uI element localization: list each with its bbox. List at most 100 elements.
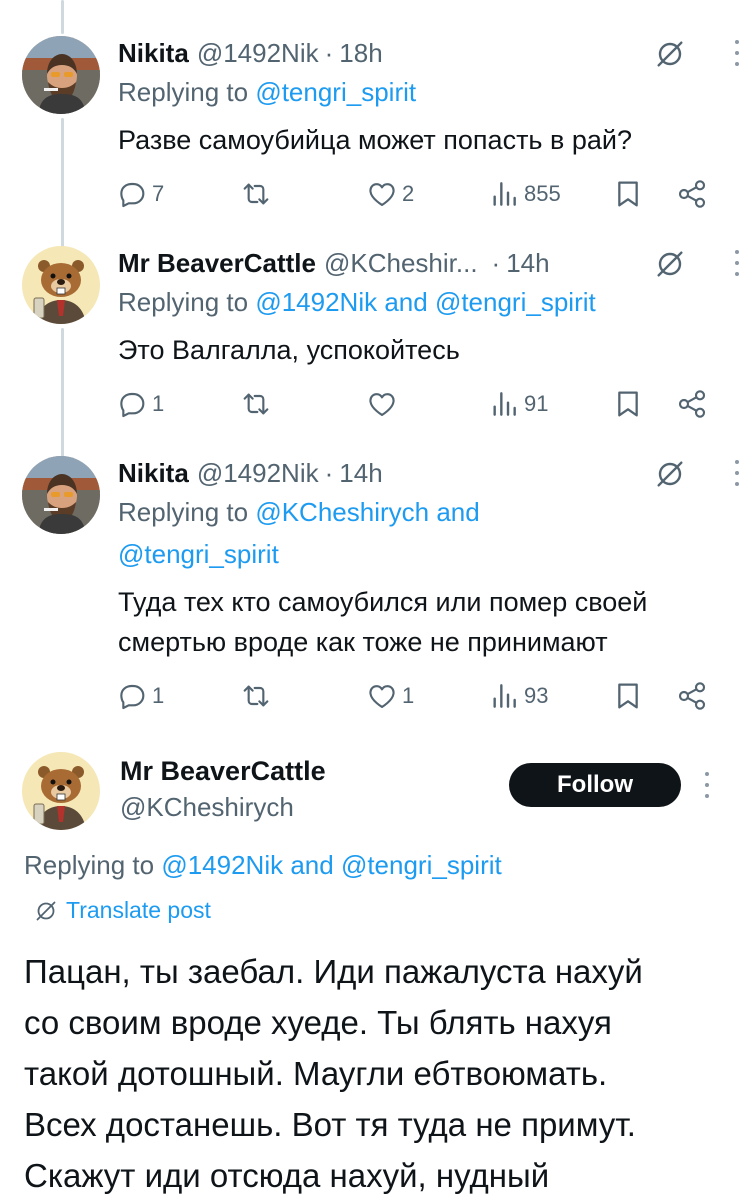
tweet-text-line-2: смертью вроде как тоже не принимают bbox=[118, 627, 608, 657]
reply-count: 1 bbox=[152, 391, 165, 416]
retweet-icon bbox=[240, 178, 272, 210]
translate-label: Translate post bbox=[66, 897, 211, 923]
action-bar: 7 2 855 bbox=[116, 174, 718, 214]
tweet-header: Nikita @1492Nik · 18h bbox=[118, 36, 718, 70]
timestamp[interactable]: 14h bbox=[339, 458, 382, 489]
retweet-button[interactable] bbox=[240, 174, 272, 214]
reply-button[interactable]: 1 bbox=[116, 676, 164, 716]
more-icon[interactable] bbox=[730, 40, 744, 66]
author-name[interactable]: Mr BeaverCattle bbox=[120, 756, 326, 787]
replying-to: Replying to @1492Nik and @tengri_spirit bbox=[24, 850, 502, 881]
replying-and: and bbox=[283, 850, 341, 880]
replying-prefix: Replying to bbox=[24, 850, 162, 880]
bookmark-icon bbox=[612, 680, 644, 712]
post-text-line-4: Всех достанешь. Вот тя туда не примут. bbox=[24, 1106, 636, 1143]
replying-to: Replying to @tengri_spirit bbox=[118, 72, 416, 112]
views-count: 855 bbox=[524, 181, 561, 206]
replying-to-line2: @tengri_spirit bbox=[118, 534, 279, 574]
replying-and: and bbox=[429, 497, 480, 527]
timestamp[interactable]: 14h bbox=[506, 248, 549, 279]
tweet-text: Разве самоубийца может попасть в рай? bbox=[118, 125, 632, 155]
mention-link[interactable]: @tengri_spirit bbox=[341, 850, 502, 880]
post-text-line-3: такой дотошный. Маугли ебтвоюмать. bbox=[24, 1055, 608, 1092]
reply-tweet-1[interactable]: Nikita @1492Nik · 18h Replying to @tengr… bbox=[0, 36, 748, 216]
tweet-header: Mr BeaverCattle @KCheshir... · 14h bbox=[118, 246, 718, 280]
like-icon bbox=[366, 178, 398, 210]
mention-link[interactable]: @1492Nik bbox=[255, 287, 377, 317]
author-handle[interactable]: @1492Nik bbox=[197, 458, 319, 489]
author-name[interactable]: Mr BeaverCattle bbox=[118, 248, 316, 279]
bookmark-button[interactable] bbox=[612, 384, 644, 424]
views-count: 93 bbox=[524, 683, 549, 708]
bookmark-button[interactable] bbox=[612, 676, 644, 716]
reply-count: 1 bbox=[152, 683, 165, 708]
author-handle[interactable]: @KCheshir... bbox=[324, 248, 478, 279]
replying-to: Replying to @KCheshirych and bbox=[118, 492, 480, 532]
grok-icon[interactable] bbox=[654, 248, 686, 280]
post-text-line-1: Пацан, ты заебал. Иди пажалуста нахуй bbox=[24, 953, 643, 990]
author-handle[interactable]: @KCheshirych bbox=[120, 792, 294, 823]
action-bar: 1 91 bbox=[116, 384, 718, 424]
timestamp[interactable]: 18h bbox=[339, 38, 382, 69]
like-button[interactable] bbox=[366, 384, 398, 424]
bookmark-button[interactable] bbox=[612, 174, 644, 214]
reply-tweet-2[interactable]: Mr BeaverCattle @KCheshir... · 14h Reply… bbox=[0, 246, 748, 426]
views-button[interactable]: 91 bbox=[488, 384, 548, 424]
avatar[interactable] bbox=[22, 752, 100, 830]
share-icon bbox=[676, 680, 708, 712]
share-button[interactable] bbox=[676, 676, 708, 716]
like-count: 2 bbox=[402, 181, 415, 206]
views-count: 91 bbox=[524, 391, 549, 416]
like-icon bbox=[366, 680, 398, 712]
grok-icon[interactable] bbox=[654, 38, 686, 70]
mention-link[interactable]: @tengri_spirit bbox=[435, 287, 596, 317]
replying-to: Replying to @1492Nik and @tengri_spirit bbox=[118, 282, 596, 322]
share-icon bbox=[676, 178, 708, 210]
reply-icon bbox=[116, 388, 148, 420]
views-button[interactable]: 855 bbox=[488, 174, 561, 214]
thread-connector-line-1 bbox=[61, 0, 64, 34]
mention-link[interactable]: @tengri_spirit bbox=[118, 539, 279, 569]
post-text-line-5: Скажут иди отсюда нахуй, нудный bbox=[24, 1157, 550, 1194]
like-count: 1 bbox=[402, 683, 415, 708]
reply-count: 7 bbox=[152, 181, 165, 206]
more-icon[interactable] bbox=[700, 772, 714, 798]
more-icon[interactable] bbox=[730, 460, 744, 486]
reply-icon bbox=[116, 680, 148, 712]
avatar[interactable] bbox=[22, 246, 100, 324]
more-icon[interactable] bbox=[730, 250, 744, 276]
views-icon bbox=[488, 388, 520, 420]
author-name[interactable]: Nikita bbox=[118, 458, 189, 489]
like-button[interactable]: 2 bbox=[366, 174, 414, 214]
views-button[interactable]: 93 bbox=[488, 676, 548, 716]
bookmark-icon bbox=[612, 178, 644, 210]
share-icon bbox=[676, 388, 708, 420]
mention-link[interactable]: @KCheshirych bbox=[255, 497, 429, 527]
tweet-header: Nikita @1492Nik · 14h bbox=[118, 456, 718, 490]
action-bar: 1 1 93 bbox=[116, 676, 718, 716]
mention-link[interactable]: @1492Nik bbox=[161, 850, 283, 880]
avatar[interactable] bbox=[22, 36, 100, 114]
reply-button[interactable]: 7 bbox=[116, 174, 164, 214]
separator-dot: · bbox=[491, 247, 501, 278]
retweet-icon bbox=[240, 388, 272, 420]
replying-and: and bbox=[377, 287, 435, 317]
share-button[interactable] bbox=[676, 174, 708, 214]
tweet-text-line-1: Туда тех кто самоубился или помер своей bbox=[118, 587, 648, 617]
views-icon bbox=[488, 680, 520, 712]
grok-icon[interactable] bbox=[654, 458, 686, 490]
mention-link[interactable]: @tengri_spirit bbox=[255, 77, 416, 107]
share-button[interactable] bbox=[676, 384, 708, 424]
author-handle[interactable]: @1492Nik bbox=[197, 38, 319, 69]
separator-dot: · bbox=[324, 37, 334, 68]
translate-post-link[interactable]: Translate post bbox=[34, 897, 211, 924]
author-name[interactable]: Nikita bbox=[118, 38, 189, 69]
reply-tweet-3[interactable]: Nikita @1492Nik · 14h Replying to @KChes… bbox=[0, 456, 748, 720]
like-button[interactable]: 1 bbox=[366, 676, 414, 716]
avatar[interactable] bbox=[22, 456, 100, 534]
follow-button[interactable]: Follow bbox=[509, 763, 681, 807]
retweet-button[interactable] bbox=[240, 676, 272, 716]
reply-button[interactable]: 1 bbox=[116, 384, 164, 424]
retweet-button[interactable] bbox=[240, 384, 272, 424]
like-icon bbox=[366, 388, 398, 420]
